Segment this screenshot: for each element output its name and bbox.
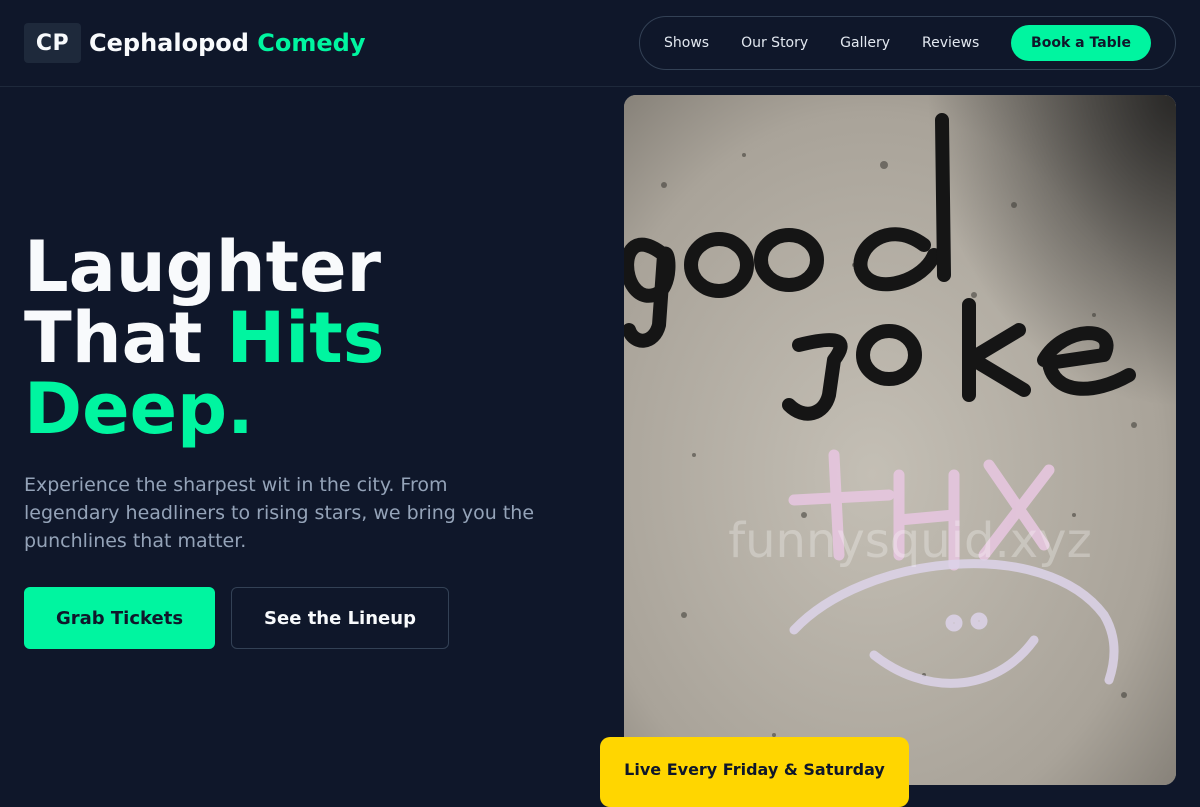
brand-name-primary: Cephalopod [89,29,249,57]
hero-title-line2-accent: Hits [226,297,385,379]
site-header: CP Cephalopod Comedy Shows Our Story Gal… [0,0,1200,87]
hero-image: funnysquid.xyz [624,95,1176,785]
grab-tickets-button[interactable]: Grab Tickets [24,587,215,649]
hero-subtitle: Experience the sharpest wit in the city.… [24,474,535,552]
main-nav: Shows Our Story Gallery Reviews Book a T… [639,16,1176,70]
hero-title-line1: Laughter [24,226,382,308]
nav-link-our-story[interactable]: Our Story [741,35,808,51]
nav-link-shows[interactable]: Shows [664,35,709,51]
nav-link-gallery[interactable]: Gallery [840,35,890,51]
image-watermark: funnysquid.xyz [728,513,1092,569]
brand-logo[interactable]: CP Cephalopod Comedy [24,23,366,63]
hero-title-line3-accent: Deep. [24,368,254,450]
hero-title: Laughter That Hits Deep. [24,232,584,445]
graffiti-wall-illustration [624,95,1176,785]
book-table-button[interactable]: Book a Table [1011,25,1151,61]
schedule-badge: Live Every Friday & Saturday [600,737,909,807]
logo-mark: CP [24,23,81,63]
brand-name: Cephalopod Comedy [89,29,366,57]
see-lineup-button[interactable]: See the Lineup [231,587,449,649]
brand-name-accent: Comedy [257,29,366,57]
hero-title-line2-plain: That [24,297,227,379]
nav-link-reviews[interactable]: Reviews [922,35,979,51]
